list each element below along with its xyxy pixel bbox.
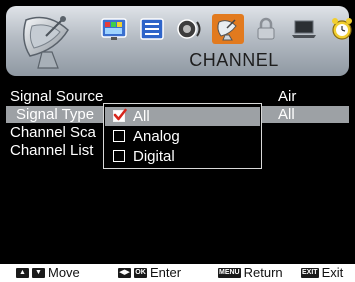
ok-key-icon: OK: [134, 268, 147, 278]
hint-return-label: Return: [243, 265, 283, 280]
menu-item-label: Signal Source: [10, 88, 104, 105]
menu-item-label: Signal Type: [16, 106, 95, 123]
laptop-icon[interactable]: [288, 14, 320, 44]
menu-item-value: Air: [278, 88, 297, 105]
tv-menu-screen: CHANNEL Signal Source Air Signal Type Al…: [0, 0, 355, 264]
dropdown-option-label: Digital: [133, 148, 175, 165]
dropdown-option-label: All: [133, 108, 150, 125]
speaker-icon[interactable]: [174, 14, 206, 44]
hint-move-label: Move: [48, 265, 80, 280]
hint-enter: ◀▶ OK Enter: [118, 264, 181, 282]
dropdown-option-digital[interactable]: Digital: [105, 147, 260, 166]
checkmark-icon: [113, 108, 127, 121]
exit-key-icon: EXIT: [301, 268, 319, 278]
satellite-dish-logo-icon: [23, 16, 69, 69]
menu-header: CHANNEL: [6, 6, 352, 76]
picture-icon[interactable]: [98, 14, 130, 44]
down-arrow-icon: ▼: [32, 268, 45, 278]
dropdown-option-analog[interactable]: Analog: [105, 127, 260, 146]
menu-item-label: Channel List: [10, 142, 94, 159]
page-title: CHANNEL: [189, 50, 279, 70]
sound-icon[interactable]: [136, 14, 168, 44]
hint-return: MENU Return: [218, 264, 283, 282]
menu-item-label: Channel Sca: [10, 124, 96, 141]
checkbox[interactable]: [113, 150, 125, 162]
menu-item-value: All: [278, 106, 295, 123]
up-arrow-icon: ▲: [16, 268, 29, 278]
checkbox-checked[interactable]: [113, 108, 127, 122]
hint-exit: EXIT Exit: [301, 264, 343, 282]
hint-enter-label: Enter: [150, 265, 182, 280]
clock-icon[interactable]: [326, 14, 355, 44]
lock-icon[interactable]: [250, 14, 282, 44]
signal-type-dropdown[interactable]: All Analog Digital: [103, 103, 262, 169]
left-right-arrow-icon: ◀▶: [118, 268, 131, 278]
key-hint-bar: ▲ ▼ Move ◀▶ OK Enter MENU Return EXIT Ex…: [0, 264, 355, 282]
hint-move: ▲ ▼ Move: [16, 264, 80, 282]
hint-exit-label: Exit: [321, 265, 344, 280]
menu-key-icon: MENU: [218, 268, 241, 278]
dropdown-option-label: Analog: [133, 128, 180, 145]
checkbox[interactable]: [113, 130, 125, 142]
channel-antenna-icon[interactable]: [212, 14, 244, 44]
dropdown-option-all[interactable]: All: [105, 107, 260, 126]
